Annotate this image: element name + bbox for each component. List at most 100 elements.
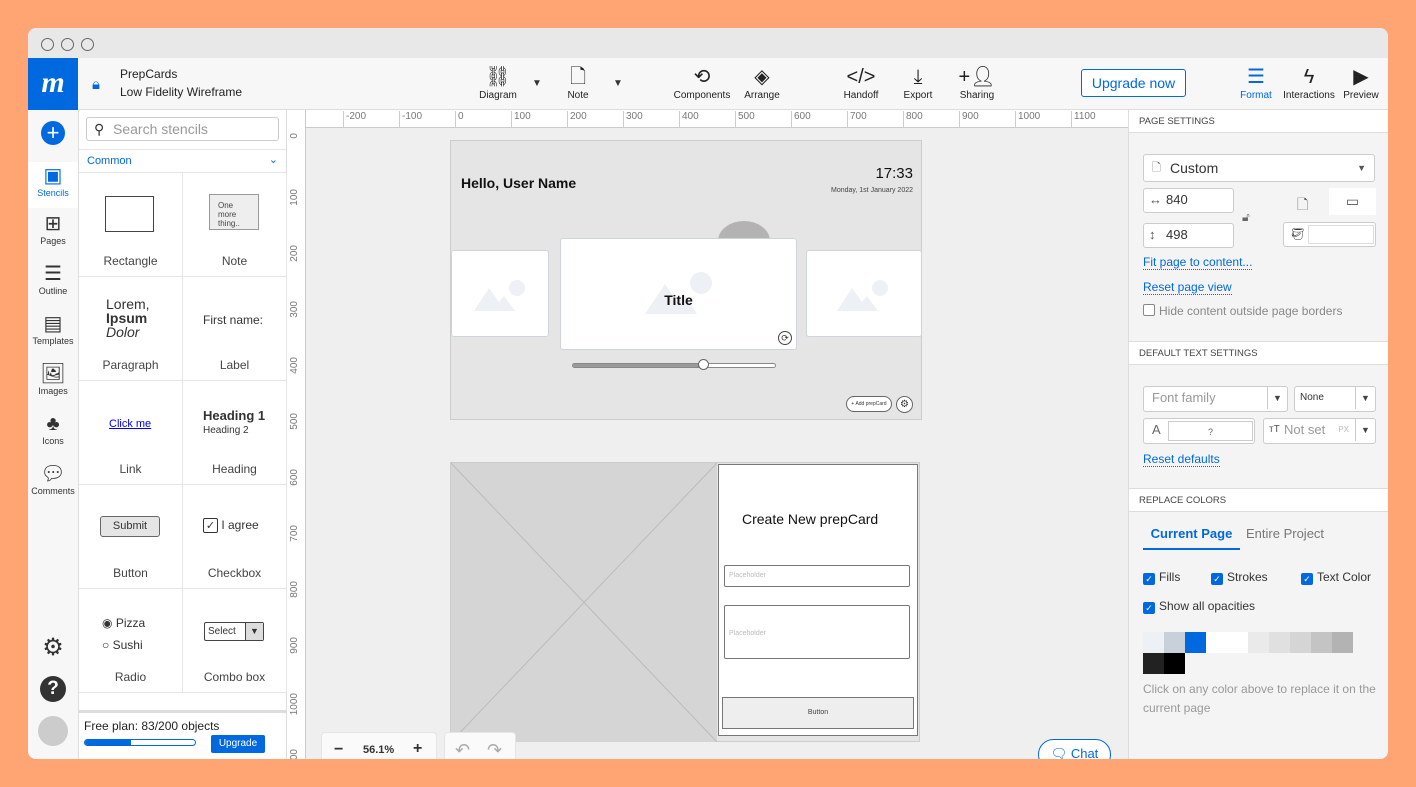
- page-name[interactable]: Low Fidelity Wireframe: [120, 85, 242, 99]
- undo-icon[interactable]: ↶: [455, 740, 470, 759]
- image-placeholder-icon: [472, 276, 532, 316]
- stencil-link[interactable]: Click me Link: [79, 381, 183, 485]
- color-swatch[interactable]: [1164, 653, 1185, 674]
- zoom-out-button[interactable]: −: [334, 741, 343, 759]
- color-swatch[interactable]: [1248, 632, 1269, 653]
- handoff-button[interactable]: </> Handoff: [838, 64, 884, 101]
- text-color-checkbox[interactable]: ✓ Text Color: [1301, 570, 1371, 585]
- title-input[interactable]: Placeholder: [724, 565, 910, 587]
- format-panel: PAGE SETTINGS 🗋 Custom ▼ ↔ 840 ↕ 498 🔓︎ 🗋 ▭ …: [1128, 109, 1388, 759]
- project-name[interactable]: PrepCards: [120, 67, 177, 81]
- description-input[interactable]: Placeholder: [724, 605, 910, 659]
- stencil-heading[interactable]: Heading 1 Heading 2 Heading: [183, 381, 287, 485]
- minimize-window-button[interactable]: [61, 38, 74, 51]
- portrait-icon[interactable]: 🗋: [1297, 194, 1308, 218]
- sidebar-item-images[interactable]: 🖼︎ Images: [28, 362, 78, 396]
- zoom-in-button[interactable]: +: [413, 740, 422, 758]
- add-icon[interactable]: +: [41, 121, 65, 145]
- maximize-window-button[interactable]: [81, 38, 94, 51]
- redo-icon[interactable]: ↷: [487, 740, 502, 759]
- page-width-input[interactable]: ↔ 840: [1143, 188, 1234, 213]
- sidebar-item-icons[interactable]: ♣ Icons: [28, 412, 78, 446]
- flip-icon[interactable]: ⟳: [778, 331, 792, 345]
- tab-entire-project[interactable]: Entire Project: [1246, 522, 1324, 546]
- components-button[interactable]: ⟲ Components: [672, 64, 732, 101]
- tab-current-page[interactable]: Current Page: [1143, 522, 1240, 550]
- avatar[interactable]: [38, 716, 68, 746]
- side-card-right[interactable]: [806, 250, 922, 337]
- side-card-left[interactable]: [451, 250, 549, 337]
- page-height-input[interactable]: ↕ 498: [1143, 223, 1234, 248]
- hide-content-checkbox[interactable]: Hide content outside page borders: [1143, 304, 1342, 318]
- font-weight-select[interactable]: None ▼: [1294, 386, 1376, 412]
- preview-tab[interactable]: ▶ Preview: [1341, 64, 1381, 101]
- stencil-paragraph[interactable]: Lorem, Ipsum Dolor Paragraph: [79, 277, 183, 381]
- reset-page-view-link[interactable]: Reset page view: [1143, 280, 1232, 295]
- lock-icon[interactable]: 🔒︎: [92, 76, 100, 93]
- color-swatch[interactable]: [1290, 632, 1311, 653]
- stencil-rectangle[interactable]: Rectangle: [79, 173, 183, 277]
- category-dropdown[interactable]: Common ⌄: [79, 149, 286, 173]
- page-preset-select[interactable]: 🗋 Custom ▼: [1143, 154, 1375, 182]
- format-tab[interactable]: ☰ Format: [1236, 64, 1276, 101]
- color-swatch[interactable]: [1227, 632, 1248, 653]
- wireframe-page-create[interactable]: Create New prepCard Placeholder Placehol…: [450, 462, 920, 743]
- stencil-button[interactable]: Submit Button: [79, 485, 183, 589]
- sidebar-item-stencils[interactable]: ▣ Stencils: [28, 162, 78, 208]
- sidebar-item-comments[interactable]: 💬︎ Comments: [28, 462, 78, 496]
- upgrade-button[interactable]: Upgrade: [211, 735, 265, 753]
- stencil-radio[interactable]: ◉ Pizza ○ Sushi Radio: [79, 589, 183, 693]
- color-swatch[interactable]: [1311, 632, 1332, 653]
- reset-defaults-link[interactable]: Reset defaults: [1143, 452, 1220, 467]
- interactions-tab[interactable]: ϟ Interactions: [1281, 64, 1337, 101]
- submit-button[interactable]: Button: [722, 697, 914, 729]
- color-swatch[interactable]: [1206, 632, 1227, 653]
- stencil-checkbox[interactable]: ✓ I agree Checkbox: [183, 485, 287, 589]
- card-slider[interactable]: [572, 359, 776, 370]
- canvas[interactable]: Hello, User Name 17:33 Monday, 1st Janua…: [306, 129, 1128, 759]
- color-swatch[interactable]: [1332, 632, 1353, 653]
- color-swatch[interactable]: [1164, 632, 1185, 653]
- diagram-button[interactable]: ⛓ Diagram: [473, 64, 523, 101]
- horizontal-ruler[interactable]: -200 -100 0 100 200 300 400 500 600 700 800 900 1000…: [306, 110, 1128, 128]
- color-swatch[interactable]: [1143, 632, 1164, 653]
- stencil-note[interactable]: One more thing.. Note: [183, 173, 287, 277]
- settings-button[interactable]: ⚙: [28, 636, 78, 660]
- color-swatch[interactable]: [1269, 632, 1290, 653]
- vertical-ruler[interactable]: 0 100 200 300 400 500 600 700 800 900 1000 1100: [287, 110, 306, 759]
- fills-checkbox[interactable]: ✓ Fills: [1143, 570, 1180, 585]
- arrange-button[interactable]: ◈ Arrange: [738, 64, 786, 101]
- fit-page-link[interactable]: Fit page to content...: [1143, 255, 1253, 270]
- upgrade-now-button[interactable]: Upgrade now: [1081, 69, 1186, 97]
- chat-button[interactable]: 🗨︎ Chat: [1038, 739, 1111, 759]
- help-icon[interactable]: ?: [40, 676, 66, 702]
- lock-ratio-icon[interactable]: 🔓︎: [1242, 210, 1250, 225]
- ruler-tick-label: 300: [289, 301, 300, 318]
- main-card[interactable]: Title ⟳: [560, 238, 797, 350]
- sharing-button[interactable]: +👤︎ Sharing: [954, 64, 1000, 101]
- landscape-icon[interactable]: ▭: [1329, 188, 1376, 215]
- stencil-combo-box[interactable]: Select ▼ Combo box: [183, 589, 287, 693]
- search-input[interactable]: ⚲ Search stencils: [86, 117, 279, 141]
- app-logo[interactable]: m: [28, 58, 78, 110]
- sidebar-item-templates[interactable]: ▤ Templates: [28, 312, 78, 346]
- add-prepcard-button[interactable]: + Add prepCard: [846, 396, 892, 412]
- export-button[interactable]: ⤓ Export: [896, 64, 940, 101]
- page-fill-color[interactable]: 🪣︎: [1283, 222, 1376, 247]
- sidebar-item-pages[interactable]: ⊞ Pages: [28, 212, 78, 246]
- note-button[interactable]: 🗋 Note: [558, 64, 598, 101]
- strokes-checkbox[interactable]: ✓ Strokes: [1211, 570, 1268, 585]
- stencil-label[interactable]: First name: Label: [183, 277, 287, 381]
- diagram-dropdown-icon[interactable]: ▼: [532, 78, 542, 89]
- text-color-input[interactable]: A?: [1143, 418, 1255, 444]
- gear-icon[interactable]: ⚙: [896, 396, 913, 413]
- sidebar-item-outline[interactable]: ☰ Outline: [28, 262, 78, 296]
- font-family-select[interactable]: Font family ▼: [1143, 386, 1288, 412]
- close-window-button[interactable]: [41, 38, 54, 51]
- note-dropdown-icon[interactable]: ▼: [613, 78, 623, 89]
- wireframe-page-home[interactable]: Hello, User Name 17:33 Monday, 1st Janua…: [450, 140, 922, 420]
- show-opacities-checkbox[interactable]: ✓ Show all opacities: [1143, 599, 1255, 614]
- color-swatch[interactable]: [1185, 632, 1206, 653]
- color-swatch[interactable]: [1143, 653, 1164, 674]
- font-size-select[interactable]: ᴛT Not set PX ▼: [1263, 418, 1376, 444]
